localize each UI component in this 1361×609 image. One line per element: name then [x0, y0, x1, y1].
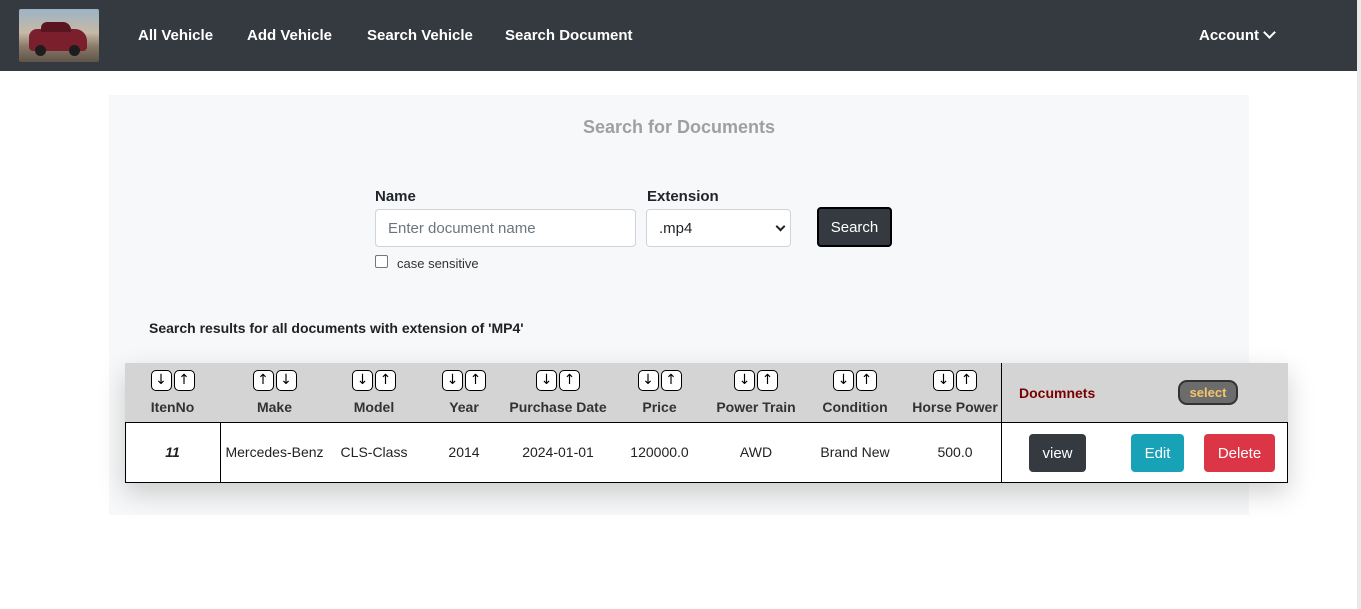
cell-year: 2014 — [448, 444, 480, 460]
edit-button[interactable]: Edit — [1131, 434, 1184, 472]
page-title: Search for Documents — [582, 117, 776, 137]
cell-model: CLS-Class — [340, 444, 408, 460]
sort-desc-button[interactable]: ↓ — [442, 370, 463, 391]
scrollbar[interactable] — [1357, 0, 1361, 609]
sort-desc-button[interactable]: ↓ — [352, 370, 373, 391]
sort-asc-button[interactable]: ↑ — [757, 370, 778, 391]
case-sensitive-checkbox[interactable] — [375, 255, 388, 268]
top-navbar: All Vehicle Add Vehicle Search Vehicle S… — [0, 0, 1357, 71]
column-divider — [1001, 363, 1002, 483]
sort-asc-button[interactable]: ↑ — [559, 370, 580, 391]
sort-asc-button[interactable]: ↑ — [465, 370, 486, 391]
search-button[interactable]: Search — [817, 207, 892, 247]
column-header: Price — [642, 399, 677, 415]
cell-power-train: AWD — [739, 444, 773, 460]
chevron-down-icon — [1263, 26, 1276, 39]
column-header: ItenNo — [150, 399, 195, 415]
column-header: Make — [256, 399, 293, 415]
sort-desc-button[interactable]: ↓ — [833, 370, 854, 391]
nav-add-vehicle[interactable]: Add Vehicle — [247, 27, 332, 44]
table-header: ↓ ↑ ItenNo ↑ ↓ Make ↓ ↑ Model ↓ ↑ Year ↓ ↑ Pu… — [125, 363, 1288, 423]
extension-select[interactable]: .mp4 — [646, 209, 791, 247]
extension-label: Extension — [647, 188, 719, 205]
document-name-input[interactable] — [375, 209, 636, 247]
sort-desc-button[interactable]: ↓ — [734, 370, 755, 391]
cell-condition: Brand New — [820, 444, 890, 460]
nav-all-vehicle[interactable]: All Vehicle — [138, 27, 213, 44]
car-logo-image[interactable] — [19, 9, 99, 62]
cell-horse-power: 500.0 — [937, 444, 973, 460]
wheel-front — [35, 45, 46, 56]
column-header: Power Train — [716, 399, 796, 415]
account-label: Account — [1199, 27, 1259, 44]
sort-asc-button[interactable]: ↑ — [956, 370, 977, 391]
wheel-rear — [69, 45, 80, 56]
cell-make: Mercedes-Benz — [225, 444, 324, 460]
case-sensitive-label: case sensitive — [397, 256, 479, 271]
cell-itemno: 11 — [165, 444, 180, 460]
sort-desc-button[interactable]: ↓ — [637, 370, 659, 391]
select-badge[interactable]: select — [1178, 380, 1238, 405]
results-table: ↓ ↑ ItenNo ↑ ↓ Make ↓ ↑ Model ↓ ↑ Year ↓ ↑ Pu… — [125, 363, 1288, 483]
sort-asc-button[interactable]: ↑ — [856, 370, 877, 391]
chevron-down-icon — [775, 221, 786, 232]
sort-desc-button[interactable]: ↓ — [933, 370, 954, 391]
column-header: Purchase Date — [509, 399, 607, 415]
sort-desc-button[interactable]: ↓ — [536, 370, 557, 391]
column-header: Year — [449, 399, 479, 415]
documents-header: Documnets — [1019, 385, 1096, 401]
sort-asc-button[interactable]: ↑ — [375, 370, 396, 391]
sort-desc-button[interactable]: ↓ — [275, 370, 297, 391]
cell-price: 120000.0 — [630, 444, 689, 460]
column-header: Condition — [822, 399, 888, 415]
cell-purchase-date: 2024-01-01 — [522, 444, 594, 460]
sort-asc-button[interactable]: ↑ — [660, 370, 682, 391]
nav-search-vehicle[interactable]: Search Vehicle — [367, 27, 473, 44]
results-heading: Search results for all documents with ex… — [149, 320, 524, 336]
column-header: Model — [353, 399, 395, 415]
account-menu[interactable]: Account — [1199, 26, 1276, 44]
sort-desc-button[interactable]: ↓ — [150, 370, 172, 391]
sort-asc-button[interactable]: ↑ — [173, 370, 195, 391]
delete-button[interactable]: Delete — [1204, 434, 1275, 472]
name-label: Name — [375, 188, 416, 205]
view-button[interactable]: view — [1029, 434, 1086, 472]
nav-search-document[interactable]: Search Document — [505, 27, 633, 44]
column-header: Horse Power — [912, 399, 998, 415]
extension-selected-value: .mp4 — [659, 220, 693, 237]
sort-asc-button[interactable]: ↑ — [252, 370, 274, 391]
